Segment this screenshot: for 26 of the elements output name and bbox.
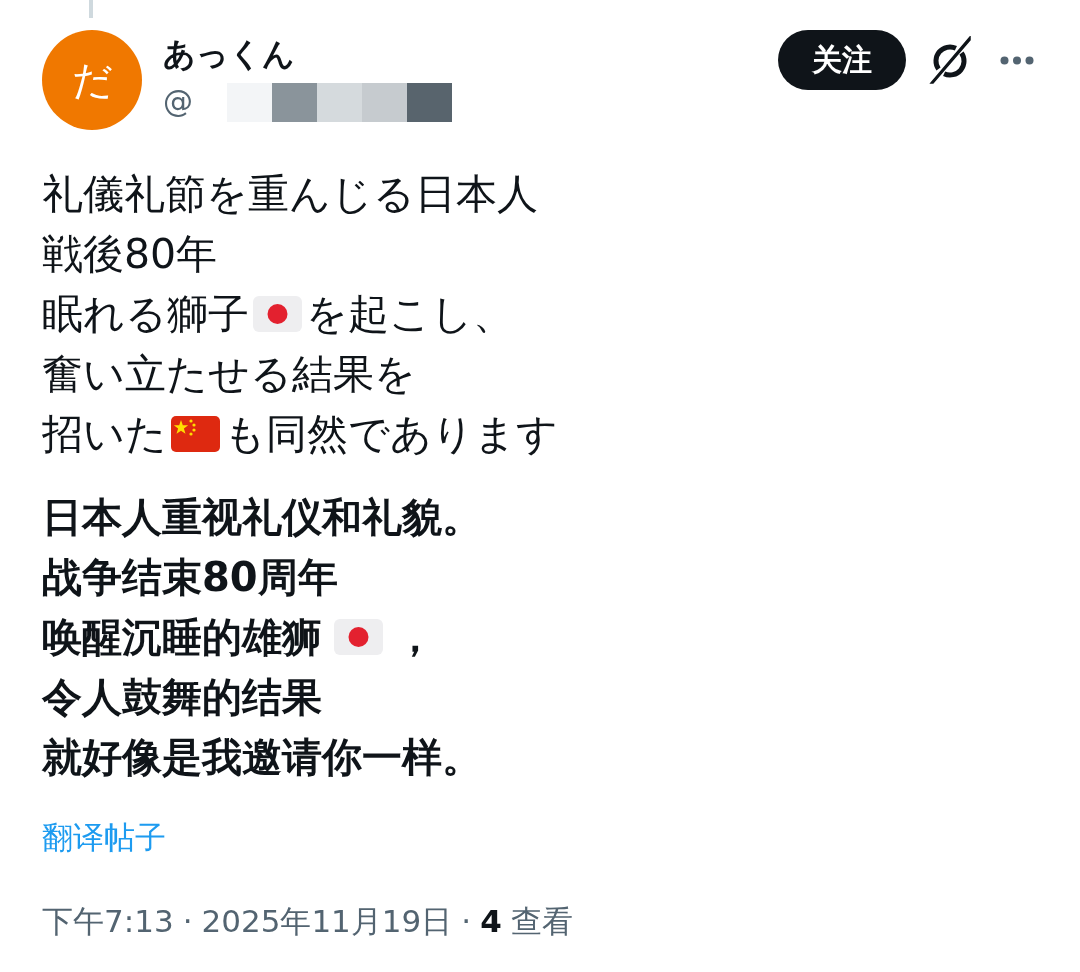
china-flag-icon xyxy=(171,416,220,452)
japan-flag-icon xyxy=(334,619,383,655)
post-text: 招いた xyxy=(42,408,167,460)
translated-text: 令人鼓舞的结果 xyxy=(42,672,322,722)
separator-dot: · xyxy=(461,902,472,941)
post-date[interactable]: 2025年11月19日 xyxy=(201,899,453,943)
translated-text: 唤醒沉睡的雄狮 xyxy=(42,612,322,662)
translated-text: 就好像是我邀请你一样。 xyxy=(42,732,482,782)
translated-text: 日本人重视礼仪和礼貌。 xyxy=(42,492,482,542)
translated-text: ， xyxy=(395,612,435,662)
follow-button[interactable]: 关注 xyxy=(778,30,906,90)
author-handle[interactable]: @ xyxy=(163,82,193,122)
post-text: 奮い立たせる結果を xyxy=(42,348,416,400)
post-text: を起こし、 xyxy=(306,288,514,340)
post-text: 礼儀礼節を重んじる日本人 xyxy=(42,168,538,220)
author-name[interactable]: あっくん xyxy=(163,32,295,76)
post-text: も同然であります xyxy=(224,408,558,460)
post-text: 眠れる獅子 xyxy=(42,288,249,340)
views-label: 查看 xyxy=(510,902,573,941)
separator-dot: · xyxy=(182,902,193,941)
view-count: 4 xyxy=(480,902,502,941)
japan-flag-icon xyxy=(253,296,302,332)
more-options-icon[interactable] xyxy=(1000,55,1034,65)
post-time[interactable]: 下午7:13 xyxy=(42,899,174,943)
translated-text: 战争结束80周年 xyxy=(42,552,338,602)
post-text: 戦後80年 xyxy=(42,228,218,280)
